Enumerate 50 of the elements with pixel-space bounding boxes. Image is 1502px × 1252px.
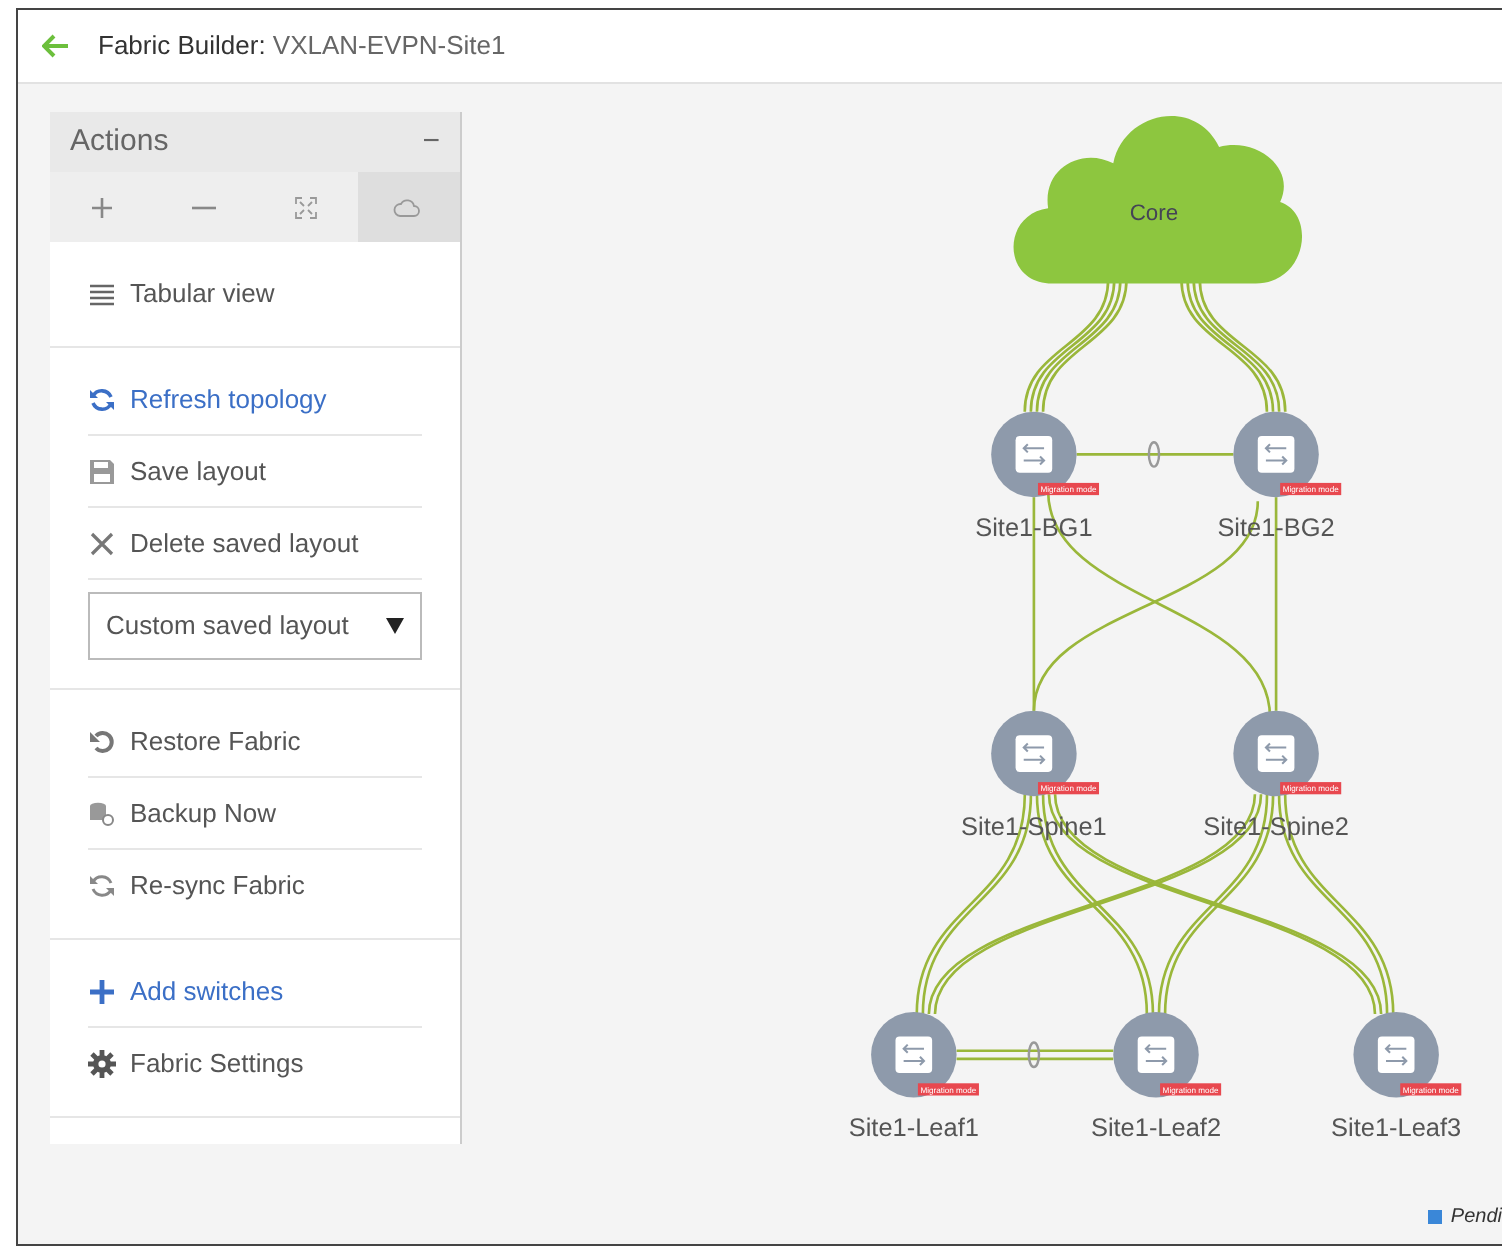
close-icon: [88, 529, 116, 557]
switch-icon: [1257, 436, 1295, 473]
action-item[interactable]: Re-sync Fabric: [88, 850, 422, 922]
switch-node[interactable]: [991, 411, 1077, 498]
switch-node[interactable]: [1233, 710, 1319, 797]
gear-icon: [88, 1050, 116, 1078]
action-item[interactable]: Add switches: [88, 956, 422, 1028]
panel-title: Actions: [70, 121, 169, 162]
node-label: Site1-Leaf3: [1331, 1112, 1462, 1143]
link-line: [1180, 279, 1287, 412]
action-item[interactable]: Fabric Settings: [88, 1028, 422, 1100]
zoom-in-icon: [89, 195, 114, 219]
list-icon: [88, 280, 116, 308]
switch-icon: [1015, 735, 1053, 772]
switch-icon: [895, 1036, 933, 1074]
legend-label: Pendi: [1450, 1204, 1502, 1232]
fit-screen-icon: [294, 195, 319, 219]
switch-node[interactable]: [1113, 1012, 1199, 1098]
switch-icon: [1257, 735, 1295, 772]
dropdown-caret-icon: [386, 618, 404, 634]
switch-node[interactable]: [991, 710, 1077, 797]
action-item[interactable]: Refresh topology: [88, 364, 422, 436]
back-arrow-icon[interactable]: [42, 34, 70, 58]
action-item[interactable]: Restore Fabric: [88, 706, 422, 778]
save-icon: [88, 457, 116, 485]
switch-icon: [1377, 1036, 1415, 1074]
action-item[interactable]: Save layout: [88, 436, 422, 508]
collapse-button[interactable]: −: [422, 119, 440, 165]
layout-dropdown[interactable]: Custom saved layout: [88, 592, 422, 660]
refresh-icon: [88, 385, 116, 413]
plus-icon: [88, 977, 116, 1005]
node-label: Site1-Leaf1: [848, 1112, 979, 1143]
cloud-icon: [392, 195, 425, 219]
switch-icon: [1015, 436, 1053, 473]
action-item[interactable]: Tabular view: [88, 258, 422, 330]
link-line: [1023, 279, 1128, 412]
switch-node[interactable]: [1233, 411, 1319, 498]
action-item[interactable]: Delete saved layout: [88, 508, 422, 580]
node-label: Site1-Leaf2: [1090, 1112, 1222, 1143]
switch-node[interactable]: [871, 1012, 957, 1098]
database-icon: [88, 799, 116, 827]
port-channel-icon: [1147, 440, 1161, 468]
switch-node[interactable]: [1353, 1012, 1439, 1098]
node-label: Core: [1129, 202, 1179, 227]
page-title: Fabric Builder: VXLAN-EVPN-Site1: [98, 28, 506, 65]
switch-icon: [1137, 1036, 1175, 1074]
action-item[interactable]: Backup Now: [88, 778, 422, 850]
port-channel-icon: [1027, 1041, 1041, 1069]
refresh-icon: [88, 872, 116, 900]
restore-icon: [88, 727, 116, 755]
